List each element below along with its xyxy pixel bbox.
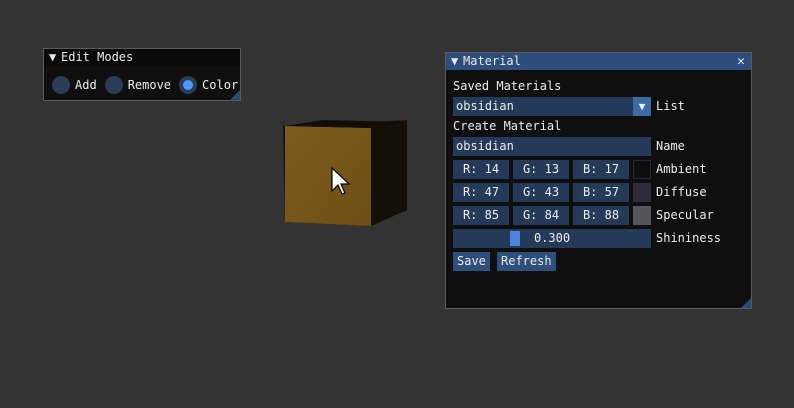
shininess-value: 0.300 [533, 231, 571, 245]
resize-grip-icon[interactable] [230, 90, 240, 100]
specular-color-swatch[interactable] [633, 206, 651, 225]
saved-materials-value: obsidian [456, 99, 514, 113]
material-window[interactable]: ▼ Material ✕ Saved Materials obsidian ▼ L… [445, 52, 752, 309]
mouse-cursor-icon [331, 167, 351, 195]
edit-modes-titlebar[interactable]: ▼ Edit Modes [44, 49, 240, 66]
diffuse-label: Diffuse [656, 185, 707, 199]
refresh-button[interactable]: Refresh [497, 252, 556, 271]
material-name-input[interactable]: obsidian [453, 137, 651, 156]
slider-grab-handle[interactable] [510, 231, 520, 246]
radio-circle-icon[interactable] [104, 76, 123, 94]
collapse-arrow-icon[interactable]: ▼ [49, 49, 61, 66]
diffuse-color-swatch[interactable] [633, 183, 651, 202]
collapse-arrow-icon[interactable]: ▼ [451, 53, 463, 70]
save-button[interactable]: Save [453, 252, 490, 271]
resize-grip-icon[interactable] [741, 298, 751, 308]
chevron-down-icon[interactable]: ▼ [633, 97, 651, 116]
specular-b-field[interactable]: B: 88 [573, 206, 629, 225]
diffuse-g-field[interactable]: G: 43 [513, 183, 569, 202]
ambient-r-field[interactable]: R: 14 [453, 160, 509, 179]
specular-r-field[interactable]: R: 85 [453, 206, 509, 225]
radio-remove-label: Remove [127, 78, 172, 92]
saved-materials-header: Saved Materials [453, 79, 562, 93]
radio-add-label: Add [75, 78, 97, 92]
create-material-header: Create Material [453, 119, 562, 133]
specular-label: Specular [656, 208, 714, 222]
edit-modes-window[interactable]: ▼ Edit Modes Add Remove Color [43, 48, 241, 101]
shininess-slider[interactable]: 0.300 [453, 229, 651, 248]
material-name-value: obsidian [456, 139, 514, 153]
specular-g-field[interactable]: G: 84 [513, 206, 569, 225]
ambient-b-field[interactable]: B: 17 [573, 160, 629, 179]
saved-materials-combo[interactable]: obsidian [453, 97, 651, 116]
diffuse-r-field[interactable]: R: 47 [453, 183, 509, 202]
diffuse-b-field[interactable]: B: 57 [573, 183, 629, 202]
radio-remove[interactable]: Remove [104, 76, 172, 94]
radio-add[interactable]: Add [52, 76, 97, 94]
radio-circle-icon[interactable] [52, 76, 70, 94]
list-label: List [656, 99, 685, 113]
ambient-label: Ambient [656, 162, 707, 176]
shininess-label: Shininess [656, 231, 722, 245]
ambient-color-swatch[interactable] [633, 160, 651, 179]
edit-modes-title: Edit Modes [61, 50, 134, 64]
name-label: Name [656, 139, 685, 153]
close-icon[interactable]: ✕ [737, 53, 745, 70]
material-title: Material [463, 54, 521, 68]
material-titlebar[interactable]: ▼ Material ✕ [446, 53, 751, 70]
ambient-g-field[interactable]: G: 13 [513, 160, 569, 179]
radio-circle-selected-icon[interactable] [179, 76, 198, 94]
